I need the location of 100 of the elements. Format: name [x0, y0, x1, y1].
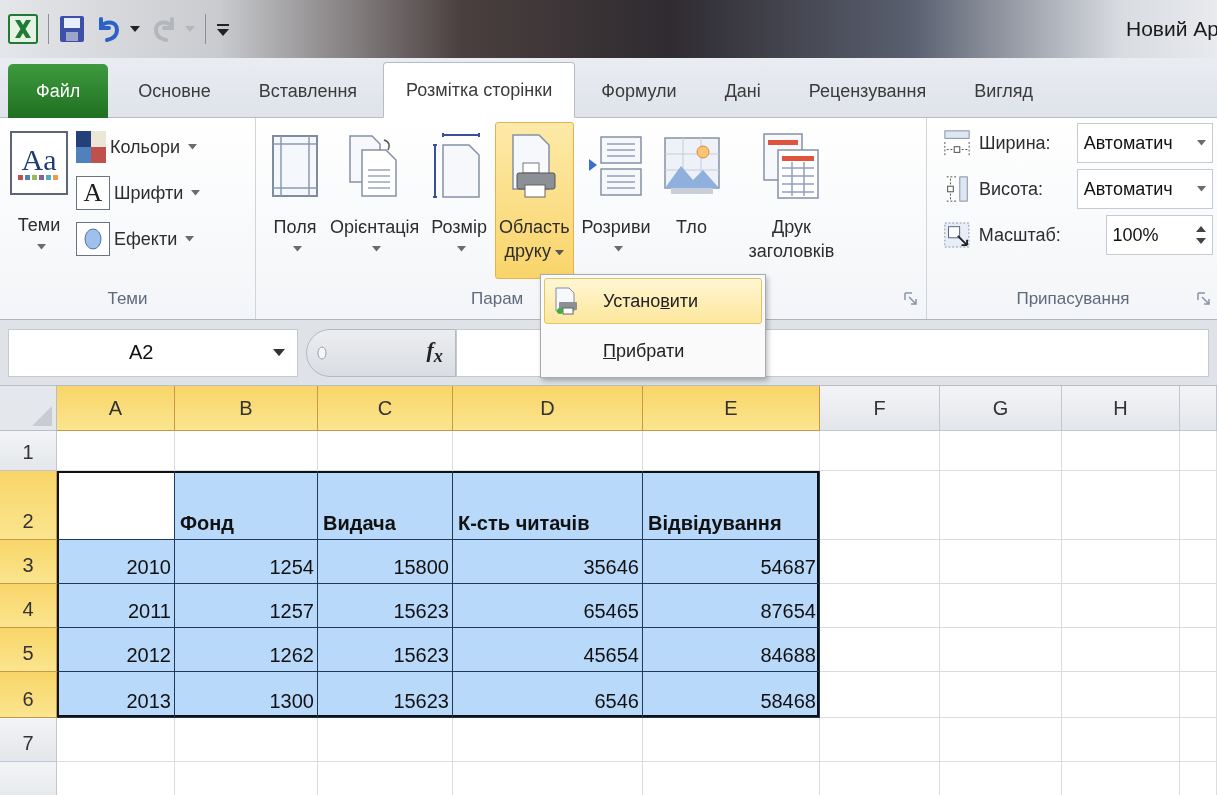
table-cell: 2010 [57, 540, 175, 584]
ribbon-tab[interactable]: Дані [702, 64, 783, 118]
column-header[interactable] [1180, 386, 1217, 431]
ribbon-button[interactable]: Розриви [577, 122, 655, 279]
menu-item[interactable]: Установити [544, 278, 762, 324]
table-cell [1180, 471, 1217, 540]
dropdown-field[interactable]: Автоматич [1076, 123, 1213, 163]
table-cell: К-сть читачів [453, 471, 643, 540]
column-header[interactable]: A [57, 386, 175, 431]
ribbon-tab[interactable]: Рецензування [786, 64, 949, 118]
caret-icon [185, 26, 195, 32]
table-cell: Фонд [175, 471, 318, 540]
table-cell: 45654 [453, 628, 643, 672]
table-cell: 1262 [175, 628, 318, 672]
ribbon-button[interactable]: Орієнтація [326, 122, 424, 279]
table-cell [1180, 628, 1217, 672]
table-cell [1180, 718, 1217, 762]
ribbon-button[interactable]: Друк заголовків [744, 122, 839, 279]
themes-icon: Aa [10, 131, 68, 195]
table-pages-icon [762, 132, 821, 200]
scale-icon [943, 220, 971, 250]
column-header[interactable]: D [453, 386, 643, 431]
ribbon-button[interactable]: Область друку [494, 122, 574, 279]
ribbon-button[interactable]: Поля [268, 122, 322, 279]
field-label: Ширина: [979, 132, 1052, 154]
field-label: Масштаб: [978, 224, 1062, 246]
table-cell: 1257 [175, 584, 318, 628]
ribbon-button[interactable]: Розмір [427, 122, 491, 279]
spinner-arrows-icon[interactable] [1196, 224, 1206, 246]
caret-icon [456, 246, 466, 252]
table-cell: 54687 [643, 540, 820, 584]
table-cell: 1254 [175, 540, 318, 584]
file-tab[interactable]: Файл [8, 64, 109, 118]
row-header[interactable]: 3 [0, 540, 57, 584]
dialog-launcher-icon[interactable] [1197, 292, 1211, 306]
column-header[interactable]: B [175, 386, 318, 431]
ribbon-tab[interactable]: Розмітка сторінки [383, 62, 576, 118]
dropdown-field[interactable]: Автоматич [1076, 169, 1213, 209]
row-header[interactable]: 2 [0, 471, 57, 540]
table-cell [1180, 672, 1217, 718]
width-icon [943, 128, 971, 158]
table-cell: 2011 [57, 584, 175, 628]
row-header[interactable]: 4 [0, 584, 57, 628]
group-label: Парам [471, 289, 524, 309]
table-cell: 1300 [175, 672, 318, 718]
table-cell: 2013 [57, 672, 175, 718]
themes-button[interactable]: Aa Теми [6, 122, 72, 279]
table-cell: 2012 [57, 628, 175, 672]
caret-icon [372, 246, 382, 252]
table-cell [1180, 431, 1217, 471]
insert-function-button[interactable]: f$_{x}$ [426, 337, 443, 368]
caret-icon [292, 246, 302, 252]
font-icon: A [76, 176, 110, 210]
table-cell: 58468 [643, 672, 820, 718]
table-cell: 15623 [318, 672, 453, 718]
table-cell: 87654 [643, 584, 820, 628]
row-header[interactable]: 7 [0, 718, 57, 762]
column-header[interactable]: G [940, 386, 1062, 431]
table-cell: 15800 [318, 540, 453, 584]
select-all-corner[interactable] [0, 386, 57, 431]
landscape-picture-icon [662, 136, 721, 196]
triangle-icon [32, 406, 52, 426]
save-button[interactable] [59, 15, 85, 43]
table-cell [1180, 584, 1217, 628]
ribbon-tab[interactable]: Формули [579, 64, 699, 118]
caret-icon [185, 236, 195, 242]
page-margins-icon [272, 135, 318, 197]
table-cell: Відвідування [643, 471, 820, 540]
caret-icon [1197, 186, 1206, 192]
ribbon-tab[interactable]: Вставлення [236, 64, 380, 118]
spinner-field[interactable]: 100% [1105, 215, 1213, 255]
column-header[interactable]: F [820, 386, 940, 431]
theme-option-button[interactable]: A Шрифти [76, 174, 201, 212]
table-cell: Видача [318, 471, 453, 540]
ribbon-tab[interactable]: Основне [116, 64, 233, 118]
column-header[interactable]: E [643, 386, 820, 431]
theme-option-button[interactable]: Кольори [76, 128, 201, 166]
group-label: Теми [107, 289, 148, 309]
ribbon-button[interactable]: Тло [658, 122, 725, 279]
caret-icon [1197, 140, 1206, 146]
table-cell: 35646 [453, 540, 643, 584]
ribbon-tab[interactable]: Вигляд [952, 64, 1056, 118]
name-box[interactable]: A2 [8, 328, 298, 377]
caret-icon [36, 244, 46, 250]
caret-icon [130, 26, 140, 32]
theme-option-button[interactable]: Ефекти [76, 220, 201, 258]
table-cell [1180, 540, 1217, 584]
dialog-launcher-icon[interactable] [904, 292, 918, 306]
column-header[interactable]: H [1062, 386, 1180, 431]
table-cell: 15623 [318, 584, 453, 628]
column-header[interactable]: C [318, 386, 453, 431]
row-header[interactable]: 6 [0, 672, 57, 718]
table-cell: 84688 [643, 628, 820, 672]
row-header[interactable]: 5 [0, 628, 57, 672]
app-logo-icon[interactable] [8, 14, 38, 44]
menu-item[interactable]: Прибрати [544, 328, 762, 374]
table-cell: 15623 [318, 628, 453, 672]
caret-icon [554, 249, 564, 255]
row-header[interactable]: 1 [0, 431, 57, 471]
caret-icon [613, 246, 623, 252]
